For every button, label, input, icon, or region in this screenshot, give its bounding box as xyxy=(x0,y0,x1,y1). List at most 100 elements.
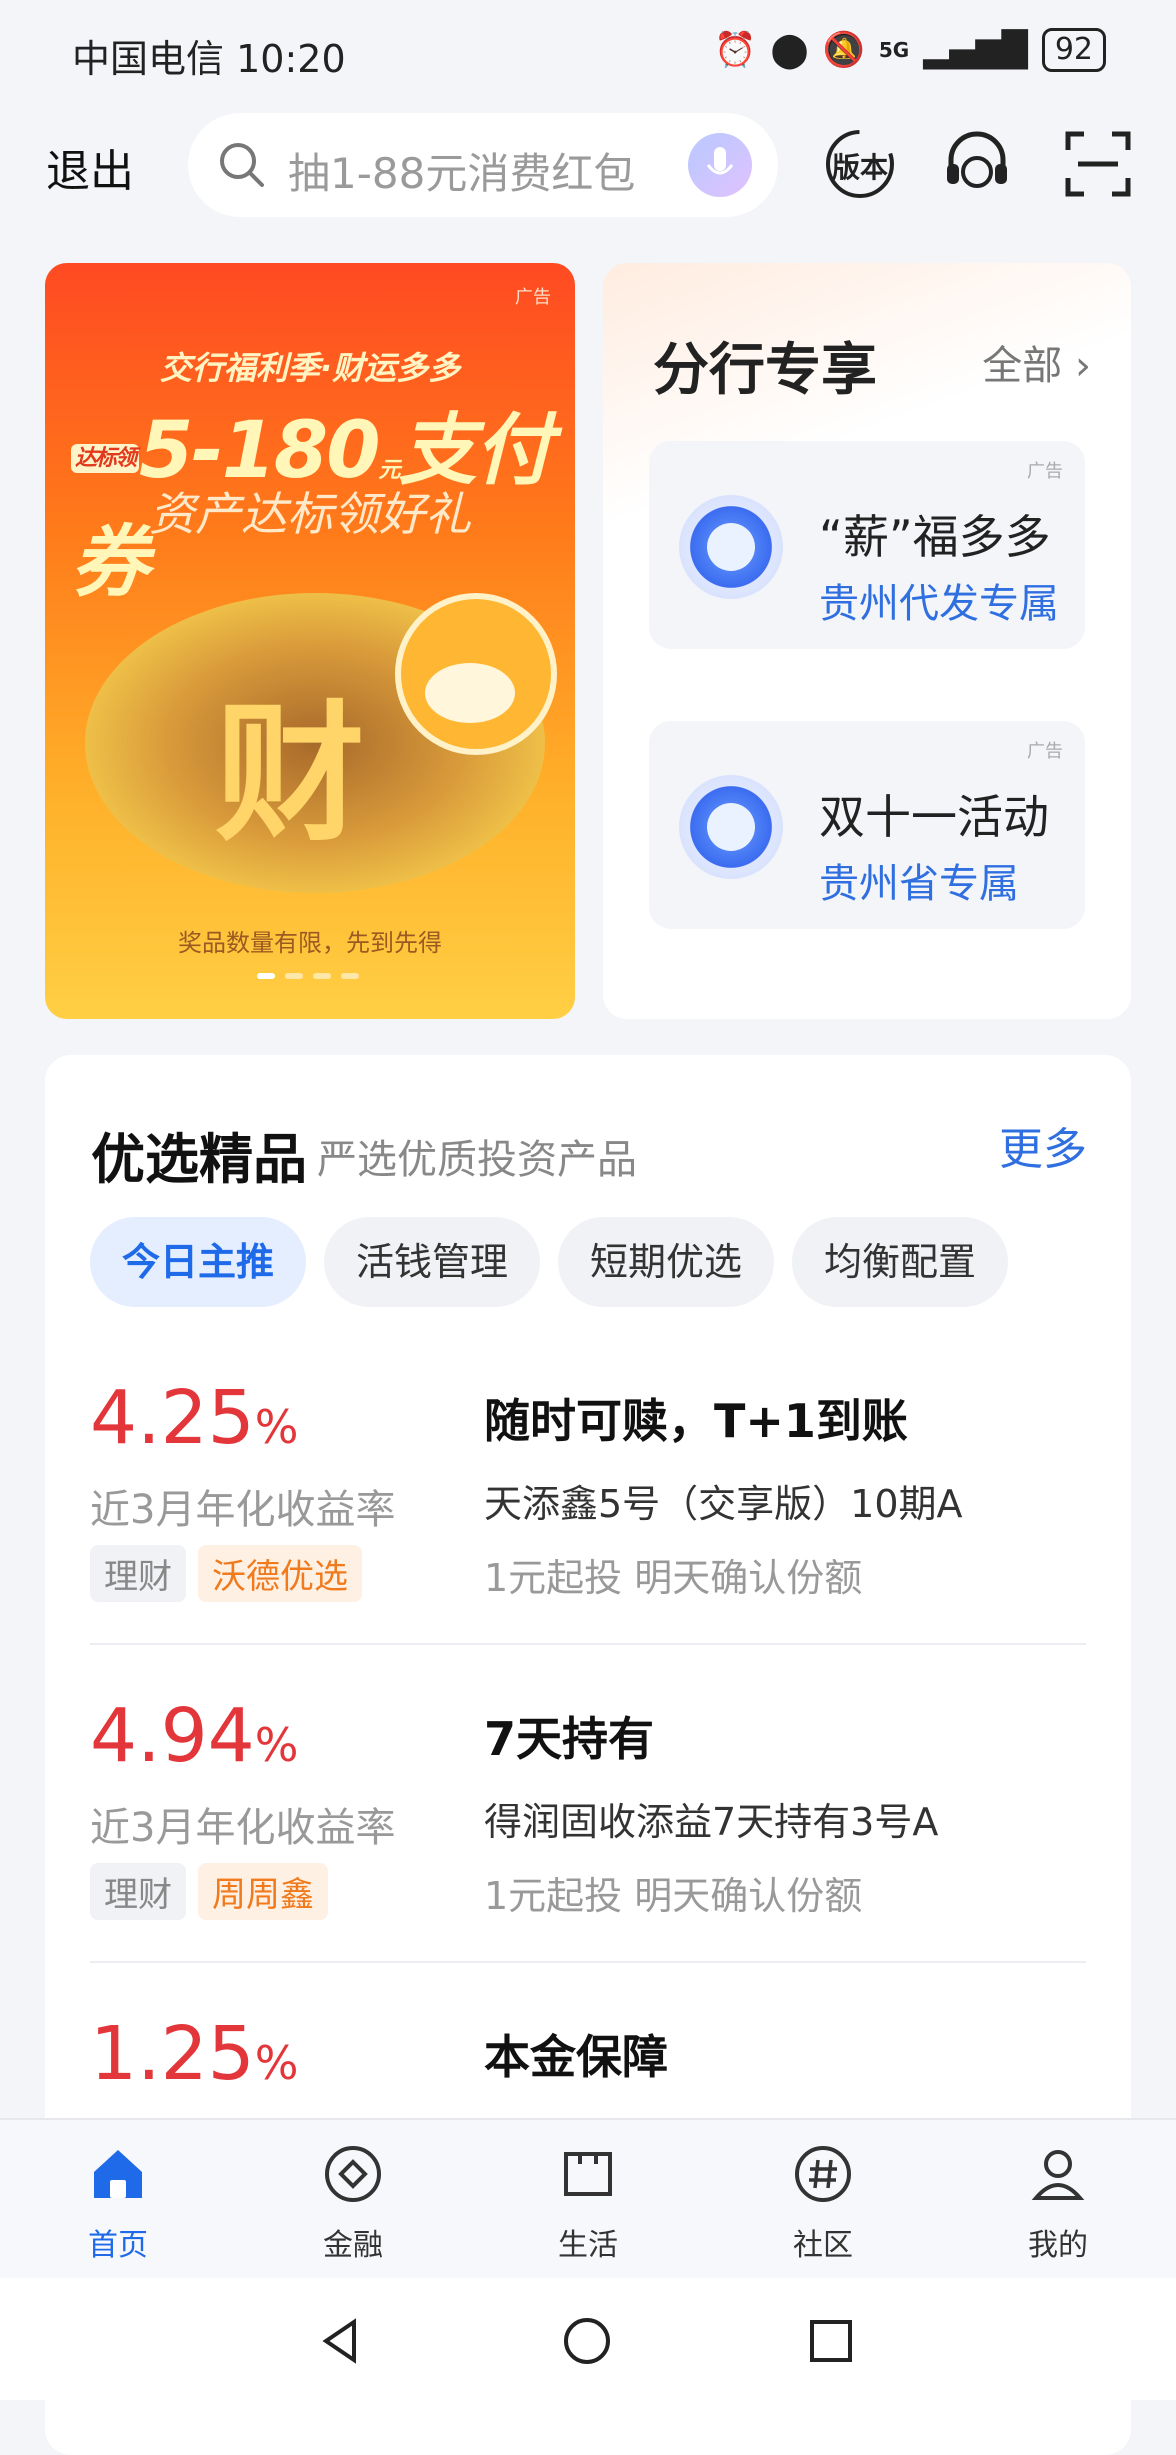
banner-subline: 资产达标领好礼 xyxy=(149,487,471,541)
branch-item-title: 双十一活动 xyxy=(819,790,1049,844)
branch-item[interactable]: 广告 双十一活动 贵州省专属 xyxy=(649,721,1085,929)
section-subtitle: 严选优质投资产品 xyxy=(317,1137,637,1183)
mute-icon: 🔕 xyxy=(822,30,865,70)
product-rate: 1.25% xyxy=(90,2011,298,2097)
status-carrier-time: 中国电信 10:20 xyxy=(72,28,346,83)
home-icon xyxy=(94,2150,142,2198)
status-bar: 中国电信 10:20 ⏰ ⬤ 🔕 5G ▂▄▆█ 92 xyxy=(0,0,1176,100)
branch-all-label: 全部 xyxy=(982,343,1063,389)
signal-icon: ▂▄▆█ xyxy=(923,30,1028,70)
droplet-icon xyxy=(707,803,755,851)
product-name: 天添鑫5号（交享版）10期A xyxy=(484,1482,963,1526)
product-item[interactable]: 4.94% 近3月年化收益率 理财 周周鑫 7天持有 得润固收添益7天持有3号A… xyxy=(90,1693,1086,1993)
banner-center-character: 财 xyxy=(215,688,366,862)
product-rate-unit: % xyxy=(254,1718,299,1772)
tab-today-recommend[interactable]: 今日主推 xyxy=(90,1217,307,1307)
product-rate-unit: % xyxy=(254,1400,299,1454)
branch-title: 分行专享 xyxy=(653,338,877,403)
back-icon[interactable] xyxy=(316,2316,366,2366)
ad-tag: 广告 xyxy=(515,287,551,308)
person-icon xyxy=(1031,2150,1085,2200)
clock: 10:20 xyxy=(236,37,346,81)
status-icons: ⏰ ⬤ 🔕 5G ▂▄▆█ 92 xyxy=(714,28,1106,72)
banner-headline: 交行福利季·财运多多 xyxy=(159,349,461,387)
product-rate-value: 4.94 xyxy=(90,1693,255,1779)
nav-me[interactable]: 我的 xyxy=(983,2120,1133,2280)
product-title: 7天持有 xyxy=(484,1712,655,1766)
branch-item[interactable]: 广告 “薪”福多多 贵州代发专属 xyxy=(649,441,1085,649)
ticket-icon xyxy=(564,2152,612,2196)
exit-button[interactable]: 退出 xyxy=(46,135,134,199)
recent-apps-icon[interactable] xyxy=(806,2316,856,2366)
battery-indicator: 92 xyxy=(1041,28,1106,72)
nav-label: 金融 xyxy=(323,2228,383,2263)
more-link[interactable]: 更多 xyxy=(999,1113,1087,1177)
carousel-dots xyxy=(257,973,359,979)
customer-service-icon[interactable] xyxy=(935,122,1019,206)
product-item[interactable]: 4.25% 近3月年化收益率 理财 沃德优选 随时可赎，T+1到账 天添鑫5号（… xyxy=(90,1375,1086,1675)
version-switch-button[interactable]: 版本 xyxy=(818,122,902,206)
nav-label: 首页 xyxy=(88,2228,148,2263)
product-rate-unit: % xyxy=(254,2036,299,2090)
product-rate-label: 近3月年化收益率 xyxy=(90,1805,396,1851)
location-icon: ⬤ xyxy=(770,30,809,70)
product-badges: 理财 周周鑫 xyxy=(90,1863,328,1920)
nav-label: 生活 xyxy=(558,2228,618,2263)
microphone-icon[interactable] xyxy=(688,133,752,197)
scan-icon[interactable] xyxy=(1056,122,1140,206)
carousel-dot xyxy=(285,973,303,979)
ad-tag: 广告 xyxy=(1027,741,1063,762)
alarm-icon: ⏰ xyxy=(714,30,757,70)
nav-label: 我的 xyxy=(1028,2228,1088,2263)
system-nav-bar xyxy=(0,2278,1176,2400)
branch-item-subtitle: 贵州省专属 xyxy=(819,861,1019,907)
product-badge: 沃德优选 xyxy=(198,1545,362,1602)
tab-short-term[interactable]: 短期优选 xyxy=(558,1217,775,1307)
network-label: 5G xyxy=(878,38,910,62)
product-title: 随时可赎，T+1到账 xyxy=(484,1394,908,1448)
nav-life[interactable]: 生活 xyxy=(513,2120,663,2280)
product-rate: 4.94% xyxy=(90,1693,298,1779)
branch-item-subtitle: 贵州代发专属 xyxy=(819,581,1059,627)
carousel-dot xyxy=(313,973,331,979)
nav-home[interactable]: 首页 xyxy=(43,2120,193,2280)
droplet-icon xyxy=(707,523,755,571)
divider xyxy=(90,1961,1086,1963)
divider xyxy=(90,1643,1086,1645)
product-rate: 4.25% xyxy=(90,1375,298,1461)
product-rate-value: 1.25 xyxy=(90,2011,255,2097)
product-desc: 1元起投 明天确认份额 xyxy=(484,1556,863,1600)
nav-community[interactable]: 社区 xyxy=(748,2120,898,2280)
branch-item-title: “薪”福多多 xyxy=(819,510,1051,564)
nav-finance[interactable]: 金融 xyxy=(278,2120,428,2280)
search-bar[interactable]: 抽1-88元消费红包 xyxy=(188,113,778,217)
banner-badge: 达标领 xyxy=(71,443,140,473)
hashtag-icon xyxy=(795,2146,851,2202)
product-rate-value: 4.25 xyxy=(90,1375,255,1461)
section-title: 优选精品 xyxy=(91,1128,307,1191)
product-title: 本金保障 xyxy=(484,2030,668,2084)
product-badge: 理财 xyxy=(90,1863,186,1920)
bottom-nav: 首页 金融 生活 社区 我的 xyxy=(0,2118,1176,2280)
promo-banner[interactable]: 广告 交行福利季·财运多多 达标领5-180元支付券 资产达标领好礼 财 奖品数… xyxy=(45,263,575,1019)
product-name: 得润固收添益7天持有3号A xyxy=(484,1800,939,1844)
product-rate-label: 近3月年化收益率 xyxy=(90,1487,396,1533)
banner-note: 奖品数量有限，先到先得 xyxy=(178,929,442,957)
home-circle-icon[interactable] xyxy=(562,2316,612,2366)
search-placeholder: 抽1-88元消费红包 xyxy=(288,149,636,198)
tab-liquid-cash[interactable]: 活钱管理 xyxy=(324,1217,541,1307)
carrier-name: 中国电信 xyxy=(72,37,225,81)
version-label: 版本 xyxy=(832,151,889,184)
carousel-dot xyxy=(341,973,359,979)
ad-tag: 广告 xyxy=(1027,461,1063,482)
branch-all-link[interactable]: 全部 › xyxy=(982,333,1091,391)
search-icon xyxy=(220,143,264,187)
mascot-face xyxy=(425,663,515,723)
nav-label: 社区 xyxy=(793,2228,853,2263)
carousel-dot xyxy=(257,973,275,979)
branch-exclusive-card: 分行专享 全部 › 广告 “薪”福多多 贵州代发专属 广告 双十一活动 贵州省专… xyxy=(603,263,1131,1019)
product-badges: 理财 沃德优选 xyxy=(90,1545,362,1602)
finance-icon xyxy=(325,2146,381,2202)
product-desc: 1元起投 明天确认份额 xyxy=(484,1874,863,1918)
tab-balanced[interactable]: 均衡配置 xyxy=(792,1217,1009,1307)
